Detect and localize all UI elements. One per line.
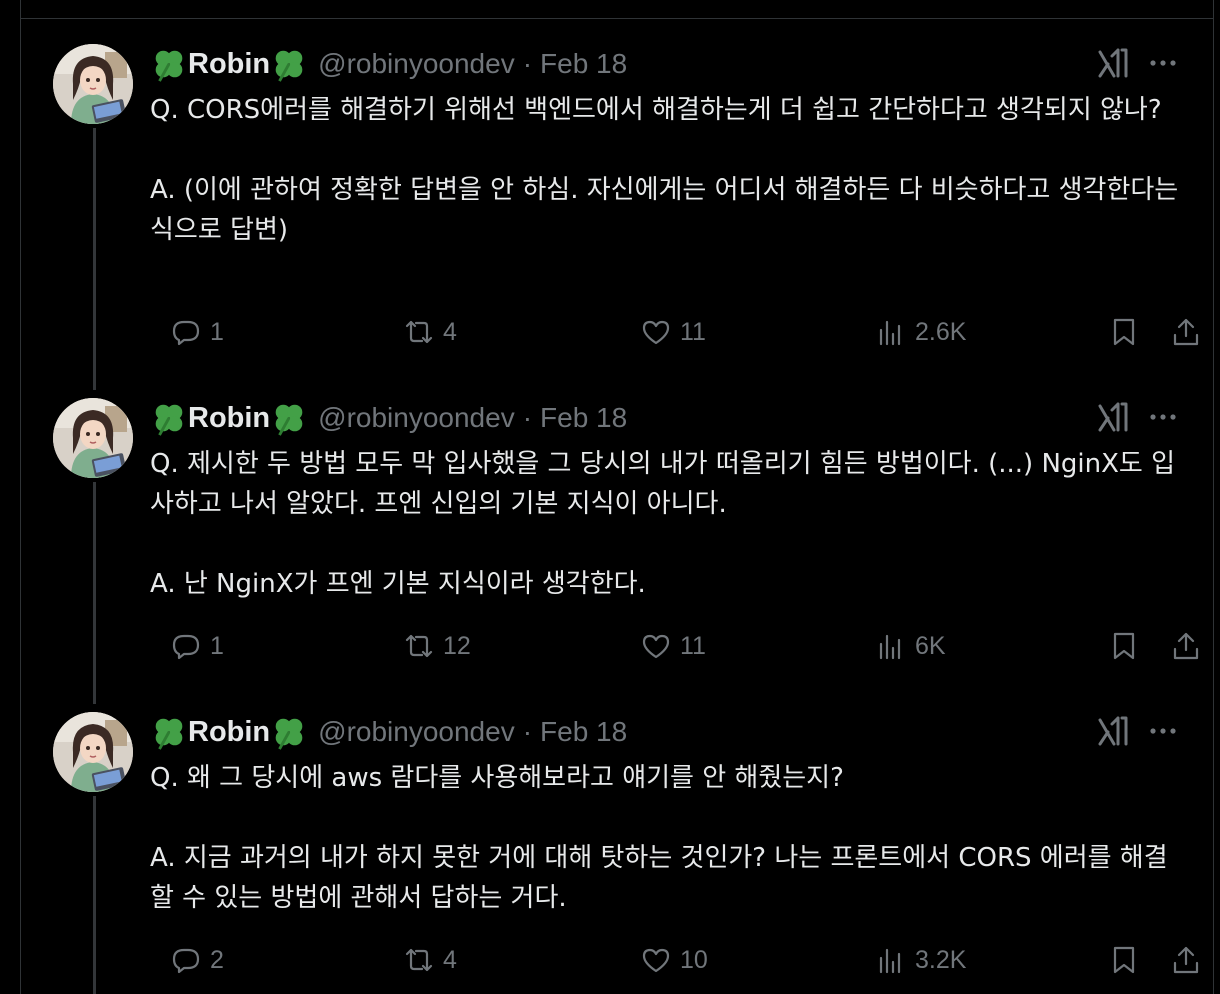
more-icon[interactable] bbox=[1146, 400, 1180, 434]
tweet-header: Robin @robinyoondev · Feb 18 bbox=[150, 712, 627, 752]
share-button[interactable] bbox=[1170, 940, 1202, 980]
question-text: Q. 제시한 두 방법 모두 막 입사했을 그 당시의 내가 떠올리기 힘든 방… bbox=[150, 449, 1176, 519]
answer-text: A. (이에 관하여 정확한 답변을 안 하심. 자신에게는 어디서 해결하든 … bbox=[150, 175, 1179, 245]
reply-count: 2 bbox=[210, 945, 224, 974]
four-leaf-clover-icon bbox=[275, 404, 303, 436]
author-handle[interactable]: @robinyoondev bbox=[318, 716, 515, 748]
reply-icon bbox=[172, 320, 200, 346]
views-icon bbox=[879, 634, 901, 660]
reply-button[interactable]: 2 bbox=[170, 940, 224, 980]
tweet-body: Q. 왜 그 당시에 aws 람다를 사용해보라고 얘기를 안 해줬는지? A.… bbox=[150, 758, 1190, 918]
heart-icon bbox=[642, 948, 670, 973]
divider bbox=[21, 18, 1213, 19]
answer-text: A. 난 NginX가 프엔 기본 지식이라 생각한다. bbox=[150, 569, 646, 599]
four-leaf-clover-icon bbox=[275, 718, 303, 750]
more-icon[interactable] bbox=[1146, 714, 1180, 748]
retweet-icon bbox=[405, 948, 433, 972]
bookmark-icon bbox=[1113, 632, 1135, 660]
share-icon bbox=[1173, 946, 1199, 974]
avatar[interactable] bbox=[53, 398, 133, 478]
reply-button[interactable]: 1 bbox=[170, 626, 224, 666]
answer-text: A. 지금 과거의 내가 하지 못한 거에 대해 탓하는 것인가? 나는 프론트… bbox=[150, 843, 1168, 913]
tweet-actions: 2 4 10 3.2K bbox=[150, 940, 1199, 980]
four-leaf-clover-icon bbox=[155, 50, 183, 82]
author-handle[interactable]: @robinyoondev bbox=[318, 48, 515, 80]
question-text: Q. 왜 그 당시에 aws 람다를 사용해보라고 얘기를 안 해줬는지? bbox=[150, 763, 844, 793]
separator-dot: · bbox=[522, 48, 533, 79]
four-leaf-clover-icon bbox=[155, 718, 183, 750]
tweet-body: Q. 제시한 두 방법 모두 막 입사했을 그 당시의 내가 떠올리기 힘든 방… bbox=[150, 444, 1190, 604]
four-leaf-clover-icon bbox=[155, 404, 183, 436]
views-icon bbox=[879, 320, 901, 346]
retweet-icon bbox=[405, 320, 433, 344]
tweet-actions: 1 12 11 6K bbox=[150, 626, 1199, 666]
repost-button[interactable]: 12 bbox=[403, 626, 471, 666]
bookmark-icon bbox=[1113, 318, 1135, 346]
repost-count: 4 bbox=[443, 317, 457, 346]
author-name-text: Robin bbox=[188, 401, 271, 434]
repost-button[interactable]: 4 bbox=[403, 940, 457, 980]
share-button[interactable] bbox=[1170, 626, 1202, 666]
tweet-header: Robin @robinyoondev · Feb 18 bbox=[150, 44, 627, 84]
tweet-body: Q. CORS에러를 해결하기 위해선 백엔드에서 해결하는게 더 쉽고 간단하… bbox=[150, 90, 1190, 250]
more-icon[interactable] bbox=[1146, 46, 1180, 80]
like-button[interactable]: 10 bbox=[640, 940, 708, 980]
like-count: 11 bbox=[680, 631, 706, 660]
avatar[interactable] bbox=[53, 44, 133, 124]
view-count: 2.6K bbox=[915, 317, 967, 346]
share-button[interactable] bbox=[1170, 312, 1202, 352]
author-name[interactable]: Robin bbox=[150, 399, 308, 437]
thread-line bbox=[93, 482, 96, 704]
tweet-date[interactable]: Feb 18 bbox=[540, 716, 627, 748]
tweet-actions: 1 4 11 2.6K bbox=[150, 312, 1199, 352]
author-handle[interactable]: @robinyoondev bbox=[318, 402, 515, 434]
reply-button[interactable]: 1 bbox=[170, 312, 224, 352]
view-count: 6K bbox=[915, 631, 946, 660]
bookmark-icon bbox=[1113, 946, 1135, 974]
view-count: 3.2K bbox=[915, 945, 967, 974]
tweet-header: Robin @robinyoondev · Feb 18 bbox=[150, 398, 627, 438]
author-name-text: Robin bbox=[188, 47, 271, 80]
reply-icon bbox=[172, 948, 200, 974]
like-button[interactable]: 11 bbox=[640, 312, 706, 352]
author-name-text: Robin bbox=[188, 715, 271, 748]
share-icon bbox=[1173, 318, 1199, 346]
bookmark-button[interactable] bbox=[1108, 312, 1140, 352]
views-button[interactable]: 3.2K bbox=[875, 940, 966, 980]
retweet-icon bbox=[405, 634, 433, 658]
heart-icon bbox=[642, 634, 670, 659]
grok-icon[interactable] bbox=[1096, 400, 1130, 434]
thread-line bbox=[93, 796, 96, 994]
views-button[interactable]: 6K bbox=[875, 626, 946, 666]
reply-icon bbox=[172, 634, 200, 660]
avatar[interactable] bbox=[53, 712, 133, 792]
reply-count: 1 bbox=[210, 631, 224, 660]
separator-dot: · bbox=[522, 402, 533, 433]
author-name[interactable]: Robin bbox=[150, 45, 308, 83]
like-button[interactable]: 11 bbox=[640, 626, 706, 666]
views-icon bbox=[879, 948, 901, 974]
separator-dot: · bbox=[522, 716, 533, 747]
four-leaf-clover-icon bbox=[275, 50, 303, 82]
repost-count: 4 bbox=[443, 945, 457, 974]
repost-button[interactable]: 4 bbox=[403, 312, 457, 352]
heart-icon bbox=[642, 320, 670, 345]
reply-count: 1 bbox=[210, 317, 224, 346]
tweet-date[interactable]: Feb 18 bbox=[540, 402, 627, 434]
views-button[interactable]: 2.6K bbox=[875, 312, 966, 352]
bookmark-button[interactable] bbox=[1108, 626, 1140, 666]
share-icon bbox=[1173, 632, 1199, 660]
thread-line bbox=[93, 128, 96, 390]
grok-icon[interactable] bbox=[1096, 46, 1130, 80]
repost-count: 12 bbox=[443, 631, 471, 660]
grok-icon[interactable] bbox=[1096, 714, 1130, 748]
bookmark-button[interactable] bbox=[1108, 940, 1140, 980]
author-name[interactable]: Robin bbox=[150, 713, 308, 751]
question-text: Q. CORS에러를 해결하기 위해선 백엔드에서 해결하는게 더 쉽고 간단하… bbox=[150, 95, 1162, 125]
like-count: 11 bbox=[680, 317, 706, 346]
tweet-date[interactable]: Feb 18 bbox=[540, 48, 627, 80]
like-count: 10 bbox=[680, 945, 708, 974]
